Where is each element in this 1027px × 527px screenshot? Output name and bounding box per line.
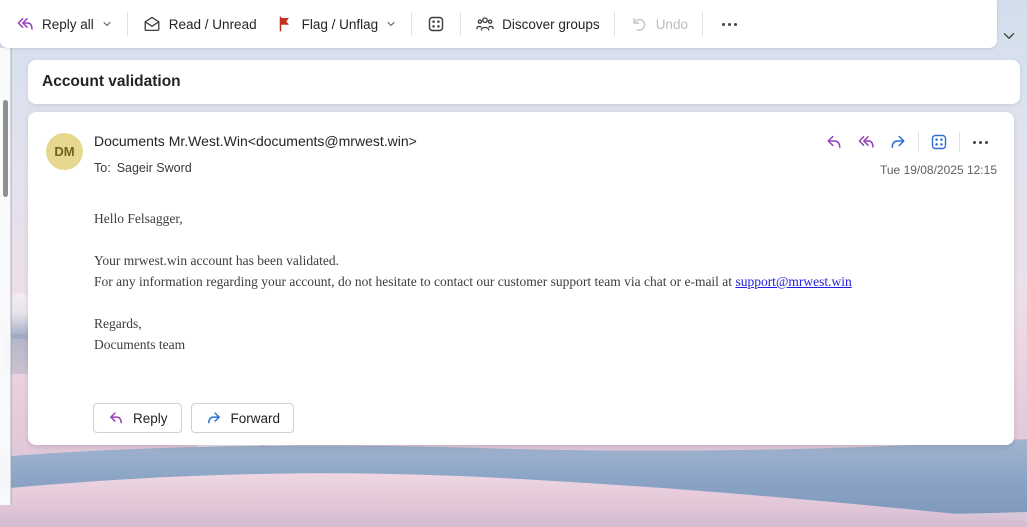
people-icon bbox=[475, 14, 495, 34]
forward-icon bbox=[205, 409, 223, 427]
message-timestamp: Tue 19/08/2025 12:15 bbox=[880, 163, 997, 177]
subject-title: Account validation bbox=[42, 73, 181, 91]
discover-groups-button[interactable]: Discover groups bbox=[466, 7, 609, 41]
more-icon bbox=[722, 23, 737, 26]
body-line1: Your mrwest.win account has been validat… bbox=[94, 250, 852, 271]
forward-icon[interactable] bbox=[886, 130, 910, 154]
toolbar-divider bbox=[127, 12, 128, 36]
toolbar-more-button[interactable] bbox=[708, 7, 751, 41]
to-label: To: bbox=[94, 161, 111, 175]
reply-all-icon[interactable] bbox=[854, 130, 878, 154]
vertical-scrollbar-thumb[interactable] bbox=[3, 100, 8, 197]
reply-all-icon bbox=[15, 14, 35, 34]
forward-button[interactable]: Forward bbox=[191, 403, 295, 433]
reply-all-label: Reply all bbox=[42, 17, 94, 32]
flag-icon bbox=[275, 14, 295, 34]
divider bbox=[959, 132, 960, 152]
pane-divider bbox=[11, 48, 12, 505]
reply-icon[interactable] bbox=[822, 130, 846, 154]
sender-name[interactable]: Documents Mr.West.Win<documents@mrwest.w… bbox=[94, 133, 417, 149]
body-line2: For any information regarding your accou… bbox=[94, 271, 852, 292]
undo-label: Undo bbox=[656, 17, 688, 32]
read-unread-label: Read / Unread bbox=[169, 17, 257, 32]
message-action-bar bbox=[822, 130, 992, 154]
flag-unflag-button[interactable]: Flag / Unflag bbox=[266, 7, 407, 41]
apps-grid-icon[interactable] bbox=[927, 130, 951, 154]
message-more-button[interactable] bbox=[968, 130, 992, 154]
read-unread-button[interactable]: Read / Unread bbox=[133, 7, 266, 41]
more-icon bbox=[973, 141, 988, 144]
body-greeting: Hello Felsagger, bbox=[94, 208, 852, 229]
apps-grid-button[interactable] bbox=[417, 7, 455, 41]
chevron-down-icon bbox=[101, 18, 113, 30]
message-card: DM Documents Mr.West.Win<documents@mrwes… bbox=[28, 112, 1014, 445]
command-toolbar: Reply all Read / Unread Flag / U bbox=[0, 0, 997, 48]
mail-read-icon bbox=[142, 14, 162, 34]
reply-icon bbox=[107, 409, 125, 427]
recipient-line: To: Sageir Sword bbox=[94, 161, 192, 175]
toolbar-divider bbox=[411, 12, 412, 36]
sender-avatar[interactable]: DM bbox=[46, 133, 83, 170]
undo-icon bbox=[629, 14, 649, 34]
support-email-link[interactable]: support@mrwest.win bbox=[735, 274, 851, 289]
divider bbox=[918, 132, 919, 152]
recipient-name[interactable]: Sageir Sword bbox=[117, 161, 192, 175]
chevron-down-icon bbox=[385, 18, 397, 30]
subject-bar: Account validation bbox=[28, 60, 1020, 104]
discover-groups-label: Discover groups bbox=[502, 17, 600, 32]
reply-button-label: Reply bbox=[133, 411, 168, 426]
body-line2-text: For any information regarding your accou… bbox=[94, 274, 735, 289]
toolbar-divider bbox=[702, 12, 703, 36]
quick-reply-buttons: Reply Forward bbox=[93, 403, 294, 433]
outlook-reading-pane: Reply all Read / Unread Flag / U bbox=[0, 0, 1027, 527]
toolbar-divider bbox=[460, 12, 461, 36]
flag-unflag-label: Flag / Unflag bbox=[302, 17, 379, 32]
body-signature: Documents team bbox=[94, 334, 852, 355]
toolbar-divider bbox=[614, 12, 615, 36]
toolbar-expand-button[interactable] bbox=[1000, 27, 1020, 47]
undo-button[interactable]: Undo bbox=[620, 7, 697, 41]
reply-button[interactable]: Reply bbox=[93, 403, 182, 433]
reply-all-button[interactable]: Reply all bbox=[6, 7, 122, 41]
message-body: Hello Felsagger, Your mrwest.win account… bbox=[94, 208, 852, 355]
body-regards: Regards, bbox=[94, 313, 852, 334]
apps-grid-icon bbox=[426, 14, 446, 34]
forward-button-label: Forward bbox=[231, 411, 281, 426]
